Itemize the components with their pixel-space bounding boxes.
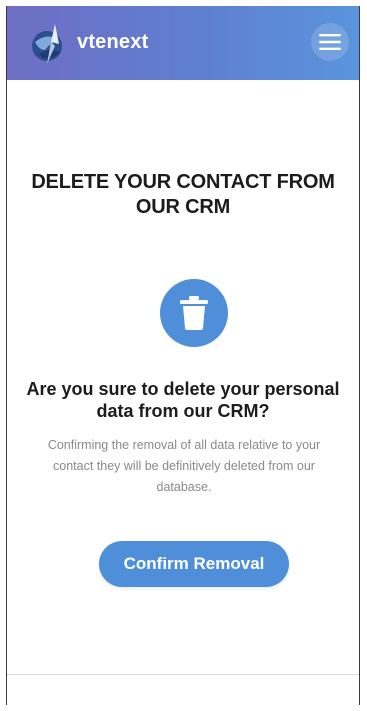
mobile-page: vtenext DELETE YOUR CONTACT FROM OUR CRM…	[6, 6, 360, 705]
footer-divider	[7, 674, 359, 675]
trash-icon-badge	[160, 279, 228, 347]
page-title: DELETE YOUR CONTACT FROM OUR CRM	[31, 171, 335, 218]
confirmation-description: Confirming the removal of all data relat…	[47, 438, 321, 494]
hamburger-menu-button[interactable]	[311, 23, 349, 61]
hamburger-menu-icon	[319, 34, 341, 50]
trash-icon	[180, 296, 208, 330]
confirm-removal-button[interactable]: Confirm Removal	[99, 541, 289, 587]
header-bar: vtenext	[7, 6, 359, 80]
vtenext-logo-icon[interactable]	[25, 20, 73, 68]
brand-name: vtenext	[77, 31, 149, 53]
confirmation-question: Are you sure to delete your personal dat…	[26, 379, 340, 421]
